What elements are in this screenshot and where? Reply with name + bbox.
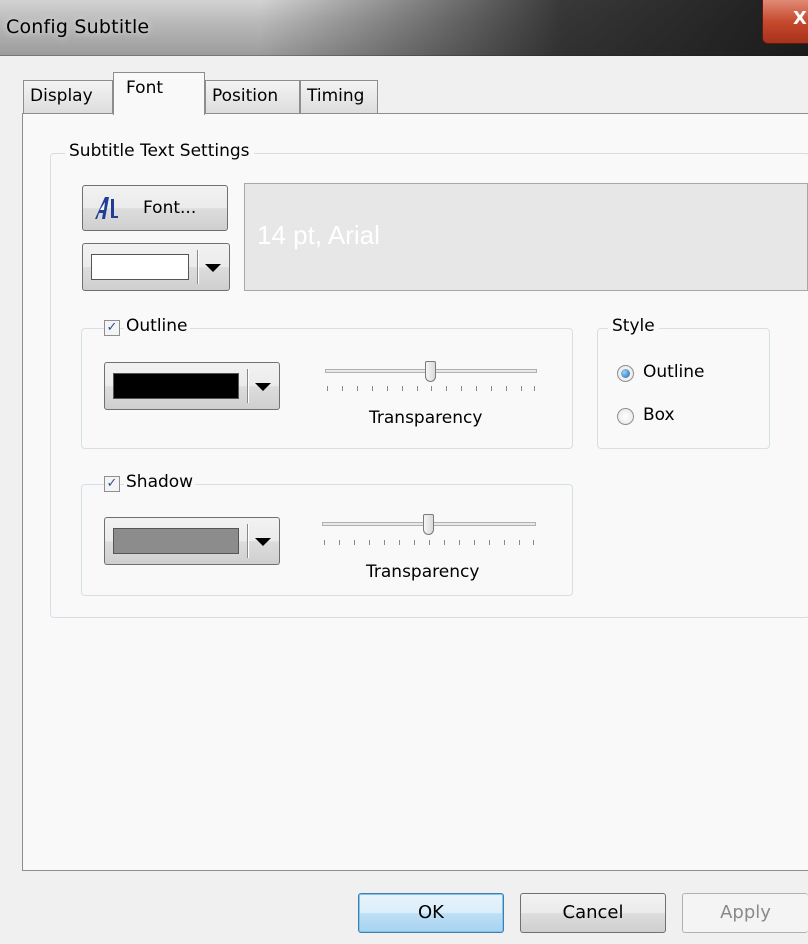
- shadow-transparency-ticks: [322, 540, 536, 546]
- outline-color-swatch: [113, 373, 239, 399]
- font-preview: 14 pt, Arial: [244, 183, 808, 291]
- shadow-label: Shadow: [124, 472, 196, 492]
- dropdown-separator: [247, 369, 248, 403]
- tab-font[interactable]: Font: [113, 72, 205, 115]
- title-bar: Config Subtitle X: [0, 0, 808, 56]
- font-button-label: Font...: [143, 198, 197, 218]
- style-group: Style: [597, 316, 770, 449]
- chevron-down-icon: [255, 383, 271, 391]
- tab-timing[interactable]: Timing: [300, 80, 378, 114]
- close-button[interactable]: X: [762, 0, 808, 44]
- tab-label: Display: [30, 86, 93, 106]
- outline-checkbox[interactable]: ✓: [104, 320, 120, 336]
- font-a-icon: [95, 197, 118, 219]
- group-title: Style: [608, 316, 659, 336]
- outline-transparency-slider[interactable]: [425, 361, 436, 382]
- tab-label: Position: [212, 86, 279, 106]
- dropdown-separator: [247, 524, 248, 558]
- style-box-radio[interactable]: [617, 408, 634, 425]
- font-color-swatch: [91, 254, 189, 280]
- shadow-checkbox[interactable]: ✓: [104, 476, 120, 492]
- tab-display[interactable]: Display: [23, 80, 113, 114]
- dropdown-separator: [197, 250, 198, 284]
- outline-label: Outline: [124, 316, 190, 336]
- shadow-transparency-slider[interactable]: [423, 514, 434, 535]
- style-outline-label: Outline: [643, 362, 705, 382]
- outline-transparency-label: Transparency: [369, 408, 483, 428]
- shadow-color-dropdown[interactable]: [104, 517, 280, 565]
- style-box-label: Box: [643, 405, 675, 425]
- tab-label: Timing: [307, 86, 365, 106]
- ok-button[interactable]: OK: [358, 893, 504, 933]
- group-title: Subtitle Text Settings: [65, 141, 254, 161]
- window-title: Config Subtitle: [6, 16, 150, 38]
- outline-transparency-ticks: [325, 386, 537, 392]
- font-button[interactable]: Font...: [82, 185, 228, 231]
- apply-button[interactable]: Apply: [682, 893, 808, 933]
- font-preview-text: 14 pt, Arial: [257, 220, 380, 250]
- chevron-down-icon: [205, 264, 221, 272]
- title-bar-glass: [260, 0, 808, 56]
- chevron-down-icon: [255, 538, 271, 546]
- shadow-transparency-label: Transparency: [366, 562, 480, 582]
- shadow-color-swatch: [113, 528, 239, 554]
- style-outline-radio[interactable]: [617, 365, 634, 382]
- cancel-button[interactable]: Cancel: [520, 893, 666, 933]
- tab-position[interactable]: Position: [205, 80, 300, 114]
- tab-label: Font: [126, 78, 164, 98]
- outline-color-dropdown[interactable]: [104, 362, 280, 410]
- close-icon: X: [793, 8, 807, 29]
- font-color-dropdown[interactable]: [82, 243, 230, 291]
